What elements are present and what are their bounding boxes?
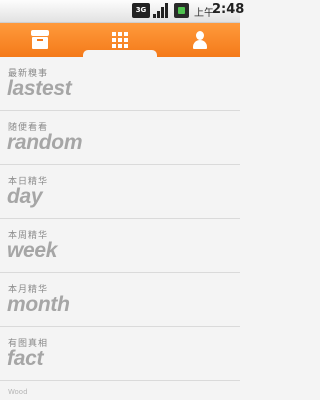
3g-icon: 3G <box>132 3 150 18</box>
tab-profile[interactable] <box>160 23 240 57</box>
list-item-day[interactable]: 本日精华 day <box>0 165 240 219</box>
list-item-random[interactable]: 随便看看 random <box>0 111 240 165</box>
item-en-label: random <box>7 131 83 154</box>
status-time: 2:48 <box>212 2 245 17</box>
box-icon <box>30 30 50 50</box>
tab-home[interactable] <box>0 23 80 57</box>
grid-icon <box>110 30 130 50</box>
footer-text: Wood <box>8 388 28 396</box>
list-item-lastest[interactable]: 最新糗事 lastest <box>0 57 240 111</box>
tab-bar <box>0 23 240 58</box>
list-item-month[interactable]: 本月精华 month <box>0 273 240 327</box>
category-list: 最新糗事 lastest 随便看看 random 本日精华 day 本周精华 w… <box>0 57 240 381</box>
item-en-label: lastest <box>7 77 72 100</box>
user-icon <box>190 30 210 50</box>
status-ampm: 上午 <box>194 8 214 19</box>
item-en-label: week <box>7 239 58 262</box>
battery-icon <box>174 3 189 18</box>
list-item-fact[interactable]: 有图真相 fact <box>0 327 240 381</box>
status-bar: 3G 上午 2:48 <box>0 0 244 23</box>
signal-icon <box>153 3 168 18</box>
item-en-label: month <box>7 293 70 316</box>
list-item-week[interactable]: 本周精华 week <box>0 219 240 273</box>
item-en-label: day <box>7 185 43 208</box>
tab-categories[interactable] <box>80 23 160 58</box>
item-en-label: fact <box>7 347 44 370</box>
